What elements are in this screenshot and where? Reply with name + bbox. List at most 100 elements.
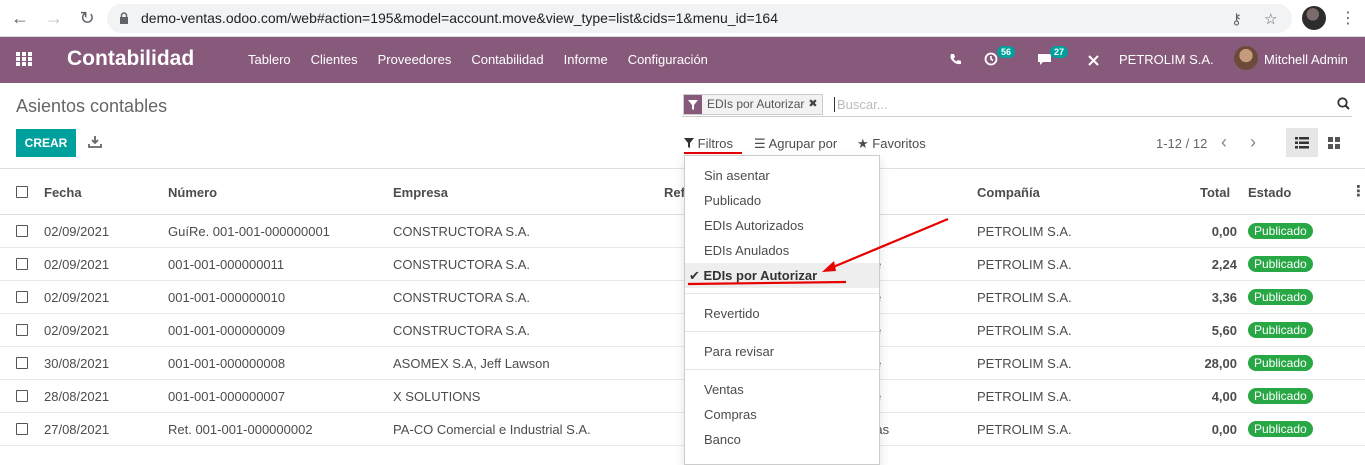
menu-clientes[interactable]: Clientes bbox=[311, 52, 358, 67]
menu-informe[interactable]: Informe bbox=[564, 52, 608, 67]
column-ref[interactable]: Ref bbox=[664, 185, 685, 200]
key-icon[interactable]: ⚷ bbox=[1231, 10, 1242, 28]
table-row[interactable]: 02/09/2021 001-001-000000010 CONSTRUCTORA … bbox=[0, 281, 1365, 314]
star-filled-icon: ★ bbox=[857, 136, 869, 151]
optional-columns-icon[interactable]: ⋮ bbox=[1351, 182, 1365, 200]
browser-profile-avatar[interactable] bbox=[1302, 6, 1326, 30]
tools-icon[interactable] bbox=[1087, 54, 1100, 67]
dropdown-divider bbox=[685, 293, 879, 294]
phone-icon[interactable] bbox=[949, 53, 962, 66]
table-row[interactable]: 30/08/2021 001-001-000000008 ASOMEX S.A, J… bbox=[0, 347, 1365, 380]
column-empresa[interactable]: Empresa bbox=[393, 185, 448, 200]
filter-icon bbox=[684, 138, 694, 148]
user-avatar[interactable] bbox=[1234, 46, 1258, 70]
status-badge: Publicado bbox=[1248, 256, 1313, 272]
group-by-toggle[interactable]: ☰ Agrupar por bbox=[754, 136, 837, 152]
cell-empresa: ASOMEX S.A, Jeff Lawson bbox=[393, 356, 550, 371]
main-menu: Tablero Clientes Proveedores Contabilida… bbox=[248, 52, 708, 67]
row-checkbox[interactable] bbox=[16, 423, 28, 435]
cell-numero: GuíRe. 001-001-000000001 bbox=[168, 224, 330, 239]
table-row[interactable]: 27/08/2021 Ret. 001-001-000000002 PA-CO Co… bbox=[0, 413, 1365, 446]
pager-previous-icon[interactable]: ‹ bbox=[1221, 132, 1227, 153]
pager-next-icon[interactable]: › bbox=[1250, 132, 1256, 153]
pager-value[interactable]: 1-12 / 12 bbox=[1156, 136, 1207, 151]
app-brand[interactable]: Contabilidad bbox=[67, 47, 194, 71]
filter-option[interactable]: EDIs Autorizados bbox=[685, 213, 879, 238]
address-bar[interactable]: demo-ventas.odoo.com/web#action=195&mode… bbox=[107, 4, 1292, 33]
reload-icon[interactable]: ↻ bbox=[77, 8, 97, 28]
row-checkbox[interactable] bbox=[16, 258, 28, 270]
filter-option-label: Para revisar bbox=[704, 344, 775, 359]
filter-option-label: Sin asentar bbox=[704, 168, 770, 183]
column-total[interactable]: Total bbox=[1200, 185, 1230, 200]
company-switcher[interactable]: PETROLIM S.A. bbox=[1119, 52, 1214, 67]
star-icon[interactable]: ☆ bbox=[1264, 10, 1277, 28]
forward-arrow-icon[interactable]: → bbox=[44, 8, 64, 28]
activity-clock-icon[interactable] bbox=[984, 52, 998, 66]
table-row[interactable]: 02/09/2021 001-001-000000011 CONSTRUCTORA … bbox=[0, 248, 1365, 281]
filter-option-label: Banco bbox=[704, 432, 741, 447]
url-text: demo-ventas.odoo.com/web#action=195&mode… bbox=[141, 10, 779, 26]
check-icon: ✔ bbox=[689, 268, 704, 283]
filter-option[interactable]: Para revisar bbox=[685, 339, 879, 364]
remove-facet-icon[interactable]: ✖ bbox=[808, 95, 821, 114]
table-row[interactable]: 28/08/2021001-001-000000007X SOLUTIONSeP… bbox=[0, 380, 1365, 413]
menu-proveedores[interactable]: Proveedores bbox=[378, 52, 452, 67]
create-button[interactable]: CREAR bbox=[16, 129, 76, 157]
row-checkbox[interactable] bbox=[16, 390, 28, 402]
filter-option-label: Compras bbox=[704, 407, 757, 422]
filters-label: Filtros bbox=[697, 136, 734, 151]
filters-dropdown: Sin asentar Publicado EDIs Autorizados EDIs… bbox=[684, 155, 880, 465]
status-badge: Publicado bbox=[1248, 223, 1313, 239]
kanban-view-button[interactable] bbox=[1318, 128, 1350, 157]
search-facet: EDIs por Autorizar ✖ bbox=[683, 94, 823, 115]
table-row[interactable]: 02/09/2021 GuíRe. 001-001-000000001 CONSTR… bbox=[0, 215, 1365, 248]
filter-option[interactable]: Banco bbox=[685, 427, 879, 452]
cell-fecha: 27/08/2021 bbox=[44, 422, 110, 437]
filter-option[interactable]: Revertido bbox=[685, 301, 879, 326]
user-menu[interactable]: Mitchell Admin bbox=[1264, 52, 1348, 67]
row-checkbox[interactable] bbox=[16, 324, 28, 336]
filter-option[interactable]: Compras bbox=[685, 402, 879, 427]
cell-compania: PETROLIM S.A. bbox=[977, 356, 1072, 371]
favorites-toggle[interactable]: ★ Favoritos bbox=[857, 136, 926, 152]
cell-total: 3,36 bbox=[1211, 290, 1237, 305]
filter-option[interactable]: Sin asentar bbox=[685, 163, 879, 188]
cell-empresa: CONSTRUCTORA S.A. bbox=[393, 290, 531, 305]
filter-option[interactable]: Ventas bbox=[685, 377, 879, 402]
apps-menu-icon[interactable] bbox=[16, 52, 33, 67]
column-compania[interactable]: Compañía bbox=[977, 185, 1040, 200]
filter-option[interactable]: EDIs Anulados bbox=[685, 238, 879, 263]
row-checkbox[interactable] bbox=[16, 291, 28, 303]
page-title: Asientos contables bbox=[16, 96, 168, 116]
list-lines-icon: ☰ bbox=[754, 136, 766, 151]
search-input[interactable]: Buscar... bbox=[834, 97, 888, 112]
table-header: Fecha Número Empresa Ref Compañía Total … bbox=[0, 168, 1365, 215]
status-badge: Publicado bbox=[1248, 289, 1313, 305]
kanban-view-icon bbox=[1328, 136, 1340, 149]
select-all-checkbox[interactable] bbox=[16, 186, 28, 198]
column-fecha[interactable]: Fecha bbox=[44, 185, 82, 200]
menu-contabilidad[interactable]: Contabilidad bbox=[471, 52, 543, 67]
filters-toggle[interactable]: Filtros bbox=[684, 136, 733, 151]
menu-tablero[interactable]: Tablero bbox=[248, 52, 291, 67]
browser-menu-icon[interactable]: ⋮ bbox=[1340, 8, 1356, 28]
table-row[interactable]: 02/09/2021 001-001-000000009 CONSTRUCTORA … bbox=[0, 314, 1365, 347]
row-checkbox[interactable] bbox=[16, 225, 28, 237]
filter-option[interactable]: ✔ EDIs por Autorizar bbox=[685, 263, 879, 288]
back-arrow-icon[interactable]: ← bbox=[10, 8, 30, 28]
favorites-label: Favoritos bbox=[872, 136, 926, 151]
menu-configuracion[interactable]: Configuración bbox=[628, 52, 708, 67]
column-numero[interactable]: Número bbox=[168, 185, 217, 200]
search-bar[interactable]: EDIs por Autorizar ✖ Buscar... bbox=[682, 94, 1352, 117]
download-icon[interactable] bbox=[88, 135, 102, 148]
cell-empresa: X SOLUTIONS bbox=[393, 389, 481, 404]
row-checkbox[interactable] bbox=[16, 357, 28, 369]
search-icon[interactable] bbox=[1337, 97, 1350, 110]
dropdown-divider bbox=[685, 369, 879, 370]
filter-option[interactable]: Publicado bbox=[685, 188, 879, 213]
column-estado[interactable]: Estado bbox=[1248, 185, 1291, 200]
list-view-button[interactable] bbox=[1286, 128, 1318, 157]
cell-compania: PETROLIM S.A. bbox=[977, 422, 1072, 437]
chat-icon[interactable] bbox=[1037, 53, 1052, 66]
